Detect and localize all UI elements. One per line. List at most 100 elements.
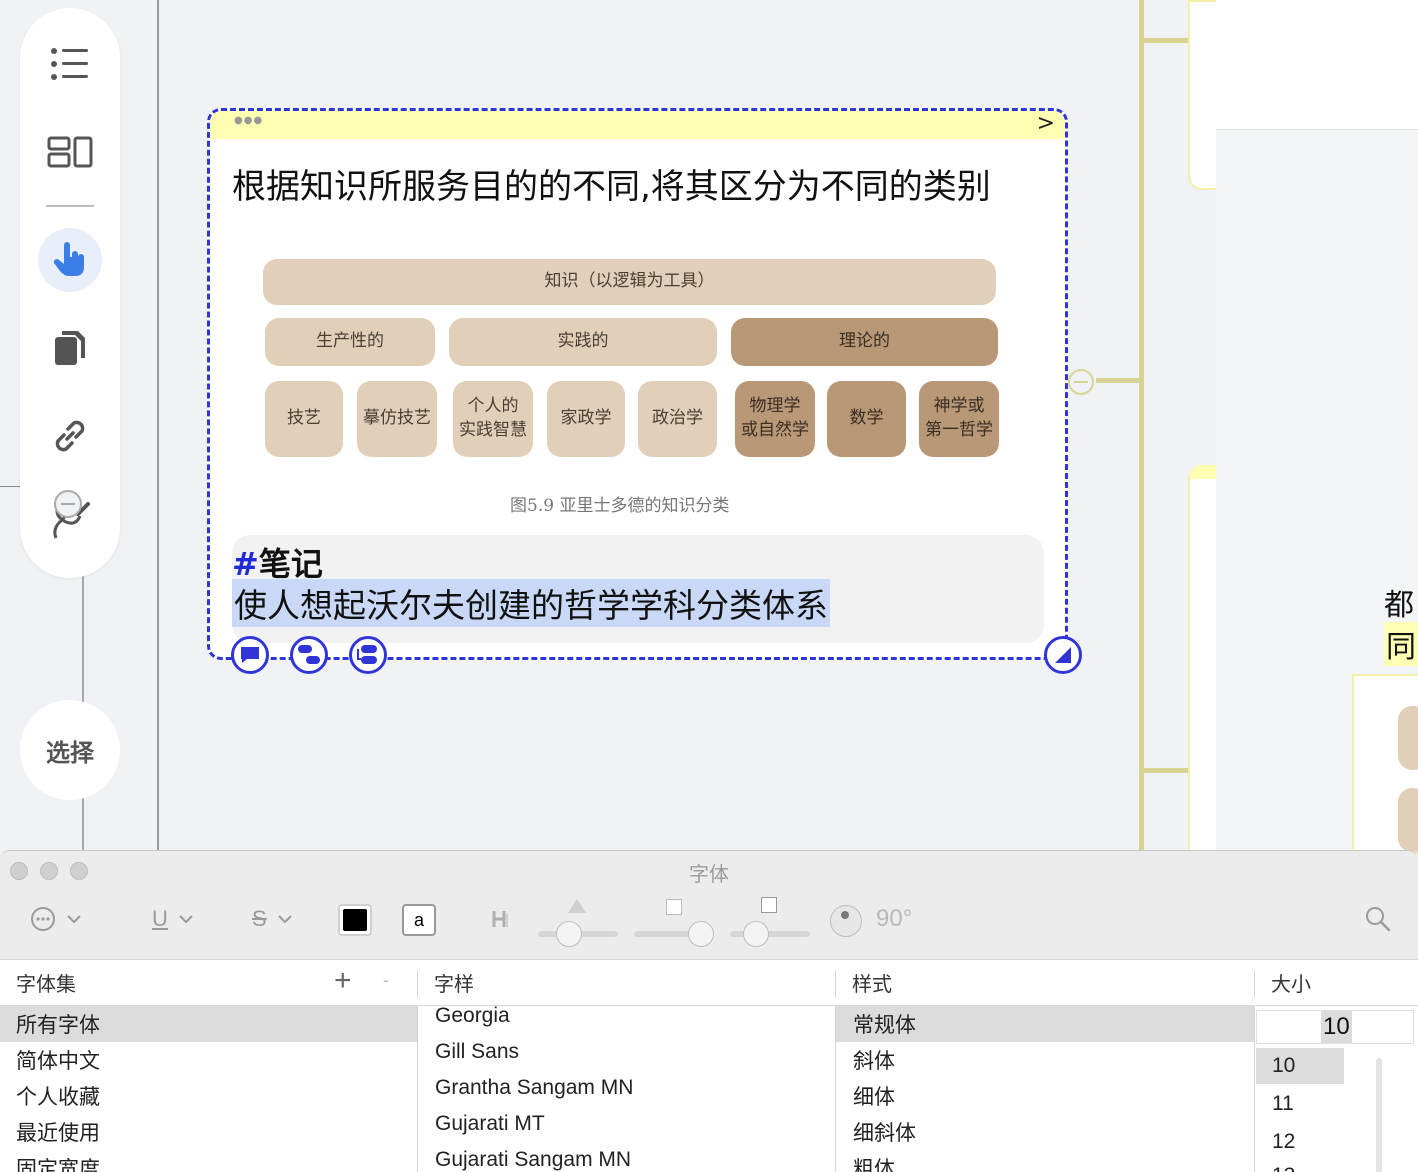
shadow-angle-value: 90° (876, 905, 913, 932)
collection-item[interactable]: 最近使用 (0, 1114, 417, 1150)
toolbar-separator (46, 205, 94, 207)
mindmap-connector (1139, 768, 1191, 773)
shadow-offset-knob[interactable] (743, 921, 769, 947)
family-item[interactable]: Gill Sans (418, 1034, 835, 1070)
font-lists: 字体集 + - 字样 样式 大小 所有字体 简体中文 个人收藏 最近使用 固定宽… (0, 959, 1418, 1172)
size-item[interactable]: 10 (1256, 1048, 1344, 1084)
shadow-angle-dial[interactable] (830, 905, 862, 937)
outline-button[interactable] (38, 32, 102, 96)
document-color-swatch[interactable]: a (402, 904, 436, 936)
size-item[interactable]: 12 (1256, 1124, 1344, 1160)
right-panel-top (1216, 0, 1418, 130)
layout-button[interactable] (38, 120, 102, 184)
hand-pointer-icon (53, 242, 84, 276)
text-color-swatch[interactable] (338, 904, 372, 936)
note-tag-hash: # (232, 545, 259, 583)
collapse-icon[interactable] (54, 490, 82, 518)
chevron-right-icon[interactable]: > (1037, 111, 1055, 136)
strikethrough-icon: S (252, 906, 267, 931)
size-header: 大小 (1255, 960, 1418, 1006)
resize-handle[interactable] (1044, 636, 1082, 674)
collection-item[interactable]: 所有字体 (0, 1006, 417, 1042)
diagram-leaf: 个人的 实践智慧 (453, 381, 533, 457)
sibling-node-icon (357, 645, 377, 664)
outline-list-icon (51, 48, 88, 80)
collapse-node-button[interactable] (1068, 369, 1094, 395)
chevron-down-icon (179, 915, 193, 924)
comment-icon (241, 647, 259, 663)
mindmap-connector (1139, 0, 1144, 850)
shadow-blur-icon (666, 899, 682, 915)
remove-collection-button[interactable]: - (383, 970, 389, 991)
actions-menu-button[interactable] (30, 899, 82, 939)
shadow-opacity-knob[interactable] (556, 921, 582, 947)
canvas-connector-line (0, 486, 20, 487)
diagram-leaf: 家政学 (547, 381, 625, 457)
link-button[interactable] (38, 404, 102, 468)
diagram-caption: 图5.9 亚里士多德的知识分类 (510, 496, 730, 516)
hand-tool-button[interactable] (38, 228, 102, 292)
copy-button[interactable] (38, 316, 102, 380)
typeface-header: 样式 (836, 960, 1254, 1006)
shadow-offset-icon (761, 897, 777, 913)
card-title: 根据知识所服务目的的不同,将其区分为不同的类别 (232, 167, 991, 207)
shadow-blur-knob[interactable] (688, 921, 714, 947)
family-item[interactable]: Gujarati Sangam MN (418, 1142, 835, 1172)
mindmap-connector (1096, 378, 1142, 383)
right-text-line1: 都 (1384, 588, 1414, 623)
right-image-card[interactable] (1352, 674, 1418, 854)
panel-title: 字体 (689, 864, 729, 886)
link-icon (55, 420, 85, 452)
typeface-item[interactable]: 细体 (836, 1078, 1254, 1114)
size-item[interactable]: 11 (1256, 1086, 1344, 1122)
note-tag-label: 笔记 (258, 545, 323, 583)
more-options-icon[interactable]: ●●● (234, 115, 263, 126)
collections-header: 字体集 (0, 960, 418, 1006)
size-item[interactable]: 13 (1256, 1158, 1344, 1172)
size-input[interactable]: 10 (1256, 1010, 1414, 1044)
layout-icon (47, 136, 93, 168)
strikethrough-menu-button[interactable]: S (252, 899, 293, 939)
size-slider[interactable] (1376, 1058, 1382, 1172)
diagram-leaf: 技艺 (265, 381, 343, 457)
collection-item[interactable]: 个人收藏 (0, 1078, 417, 1114)
shadow-opacity-icon (568, 899, 586, 913)
diagram-leaf: 政治学 (638, 381, 717, 457)
underline-menu-button[interactable]: U (152, 899, 194, 939)
column-separator (1254, 1006, 1255, 1172)
excerpt-card[interactable]: ●●● > 根据知识所服务目的的不同,将其区分为不同的类别 知识（以逻辑为工具）… (207, 108, 1068, 660)
diagram-group-productive: 生产性的 (265, 318, 435, 366)
canvas-divider (157, 0, 159, 850)
diagram-leaf: 物理学 或自然学 (735, 381, 815, 457)
family-item[interactable]: Gujarati MT (418, 1106, 835, 1142)
shadow-offset-slider[interactable] (730, 931, 810, 937)
resize-corner-icon (1055, 647, 1071, 663)
search-icon (1366, 907, 1391, 932)
sibling-node-handle[interactable] (349, 636, 387, 674)
collection-item[interactable]: 简体中文 (0, 1042, 417, 1078)
collection-item[interactable]: 固定宽度 (0, 1150, 417, 1172)
child-node-handle[interactable] (290, 636, 328, 674)
typeface-item[interactable]: 常规体 (836, 1006, 1254, 1042)
select-mode-button[interactable]: 选择 (20, 700, 120, 800)
diagram-leaf: 神学或 第一哲学 (919, 381, 999, 457)
search-button[interactable] (1364, 899, 1392, 939)
family-item[interactable]: Georgia (418, 998, 835, 1034)
chevron-down-icon (277, 915, 292, 924)
add-collection-button[interactable]: + (334, 964, 352, 998)
family-item[interactable]: Grantha Sangam MN (418, 1070, 835, 1106)
card-header[interactable]: ●●● > (210, 111, 1065, 139)
size-input-value: 10 (1321, 1011, 1352, 1043)
comment-handle[interactable] (231, 636, 269, 674)
child-node-icon (298, 645, 320, 664)
note-text[interactable]: 使人想起沃尔夫创建的哲学学科分类体系 (232, 579, 830, 627)
diagram-group-theoretical: 理论的 (731, 318, 998, 366)
typeface-item[interactable]: 斜体 (836, 1042, 1254, 1078)
typeface-item[interactable]: 细斜体 (836, 1114, 1254, 1150)
chevron-down-icon (67, 915, 81, 924)
shadow-toggle[interactable] (490, 899, 512, 939)
typeface-item[interactable]: 粗体 (836, 1150, 1254, 1172)
text-shadow-icon (492, 911, 508, 927)
font-panel: 字体 U S a 90° 字体集 + - 字样 样式 大小 所有字体 简体中文 … (0, 850, 1418, 1172)
copy-icon (55, 331, 85, 365)
